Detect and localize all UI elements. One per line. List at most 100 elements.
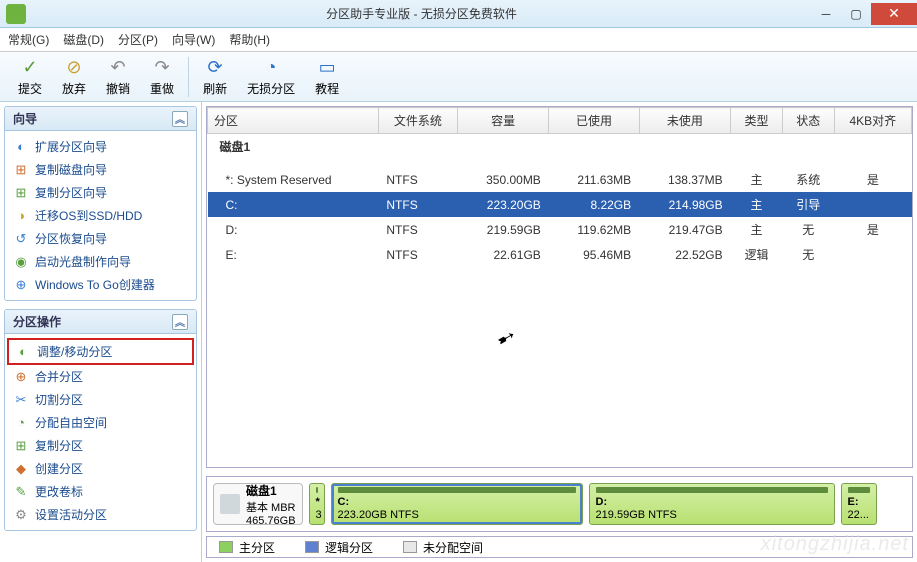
toolbar-icon: ↷ (151, 56, 173, 78)
toolbar-撤销[interactable]: ↶撤销 (96, 54, 140, 99)
ops-panel-header[interactable]: 分区操作 ︽ (5, 310, 196, 334)
item-icon: ◐ (15, 344, 31, 360)
diskmap-part-D:[interactable]: D:219.59GB NTFS (589, 483, 835, 525)
toolbar-无损分区[interactable]: ◔无损分区 (237, 54, 305, 99)
ops-panel-title: 分区操作 (13, 313, 61, 330)
table-row[interactable]: *: System ReservedNTFS350.00MB211.63MB13… (208, 167, 912, 192)
menu-disk[interactable]: 磁盘(D) (63, 31, 104, 48)
column-header[interactable]: 未使用 (639, 108, 730, 134)
item-label: 创建分区 (35, 460, 83, 477)
item-label: 复制分区 (35, 437, 83, 454)
toolbar-label: 教程 (315, 80, 339, 97)
item-icon: ⊕ (13, 277, 29, 293)
toolbar-icon: ▭ (316, 56, 338, 78)
sidebar-item-复制磁盘向导[interactable]: ⊞ 复制磁盘向导 (7, 158, 194, 181)
item-label: 扩展分区向导 (35, 138, 107, 155)
sidebar-item-分配自由空间[interactable]: ◔ 分配自由空间 (7, 411, 194, 434)
column-header[interactable]: 类型 (731, 108, 783, 134)
toolbar: ✓ 提交 ⊘放弃↶撤销↷重做 ⟳ 刷新 ◔无损分区 ▭ 教程 (0, 52, 917, 102)
item-icon: ◉ (13, 254, 29, 270)
legend-swatch (219, 541, 233, 553)
toolbar-icon: ⟳ (204, 56, 226, 78)
column-header[interactable]: 状态 (782, 108, 834, 134)
toolbar-重做[interactable]: ↷重做 (140, 54, 184, 99)
item-icon: ↺ (13, 231, 29, 247)
sidebar-item-复制分区[interactable]: ⊞复制分区 (7, 434, 194, 457)
sidebar-item-复制分区向导[interactable]: ⊞复制分区向导 (7, 181, 194, 204)
sidebar-item-分区恢复向导[interactable]: ↺分区恢复向导 (7, 227, 194, 250)
diskmap-part-*[interactable]: *3 (309, 483, 325, 525)
wizard-panel-title: 向导 (13, 110, 37, 127)
minimize-button[interactable]: ─ (811, 3, 841, 25)
diskmap-part-C:[interactable]: C:223.20GB NTFS (331, 483, 583, 525)
toolbar-放弃[interactable]: ⊘放弃 (52, 54, 96, 99)
close-button[interactable]: ✕ (871, 3, 917, 25)
collapse-icon[interactable]: ︽ (172, 314, 188, 330)
sidebar-item-迁移OS到SSD/HDD[interactable]: ◑迁移OS到SSD/HDD (7, 204, 194, 227)
pointer-arrow-icon: ➸ (492, 322, 521, 354)
item-label: 分配自由空间 (35, 414, 107, 431)
sidebar-item-Windows To Go创建器[interactable]: ⊕Windows To Go创建器 (7, 273, 194, 296)
item-label: 切割分区 (35, 391, 83, 408)
toolbar-label: 刷新 (203, 80, 227, 97)
toolbar-icon: ✓ (19, 56, 41, 78)
collapse-icon[interactable]: ︽ (172, 111, 188, 127)
menu-help[interactable]: 帮助(H) (229, 31, 270, 48)
column-header[interactable]: 4KB对齐 (834, 108, 911, 134)
table-row[interactable]: E:NTFS22.61GB95.46MB22.52GB逻辑无 (208, 242, 912, 267)
sidebar-item-创建分区[interactable]: ◆创建分区 (7, 457, 194, 480)
item-label: 启动光盘制作向导 (35, 253, 131, 270)
column-header[interactable]: 文件系统 (378, 108, 457, 134)
item-icon: ⊕ (13, 369, 29, 385)
sidebar-item-调整/移动分区[interactable]: ◐ 调整/移动分区 (7, 338, 194, 365)
titlebar: 分区助手专业版 - 无损分区免费软件 ─ ▢ ✕ (0, 0, 917, 28)
item-label: 迁移OS到SSD/HDD (35, 207, 142, 224)
sidebar-item-合并分区[interactable]: ⊕ 合并分区 (7, 365, 194, 388)
window-title: 分区助手专业版 - 无损分区免费软件 (32, 5, 811, 22)
wizard-panel-header[interactable]: 向导 ︽ (5, 107, 196, 131)
column-header[interactable]: 已使用 (549, 108, 639, 134)
item-icon: ✎ (13, 484, 29, 500)
item-label: 合并分区 (35, 368, 83, 385)
sidebar-item-设置活动分区[interactable]: ⚙ 设置活动分区 (7, 503, 194, 526)
item-label: 调整/移动分区 (37, 343, 112, 360)
legend-item: 主分区 (219, 539, 275, 556)
diskmap-part-E:[interactable]: E:22... (841, 483, 877, 525)
table-row[interactable]: C:NTFS223.20GB8.22GB214.98GB主引导 (208, 192, 912, 217)
toolbar-label: 放弃 (62, 80, 86, 97)
diskmap-disk-label[interactable]: 磁盘1基本 MBR465.76GB (213, 483, 303, 525)
wizard-panel: 向导 ︽ ◐扩展分区向导⊞复制磁盘向导⊞复制分区向导◑迁移OS到SSD/HDD↺… (4, 106, 197, 301)
item-label: 设置活动分区 (35, 506, 107, 523)
item-icon: ◔ (13, 415, 29, 431)
sidebar-item-更改卷标[interactable]: ✎ 更改卷标 (7, 480, 194, 503)
menu-partition[interactable]: 分区(P) (118, 31, 158, 48)
sidebar-item-切割分区[interactable]: ✂切割分区 (7, 388, 194, 411)
item-icon: ⚙ (13, 507, 29, 523)
menubar: 常规(G) 磁盘(D) 分区(P) 向导(W) 帮助(H) (0, 28, 917, 52)
toolbar-刷新[interactable]: ⟳ 刷新 (193, 54, 237, 99)
toolbar-label: 撤销 (106, 80, 130, 97)
legend: 主分区逻辑分区未分配空间 (206, 536, 913, 558)
column-header[interactable]: 容量 (457, 108, 548, 134)
legend-item: 未分配空间 (403, 539, 483, 556)
item-label: 更改卷标 (35, 483, 83, 500)
menu-general[interactable]: 常规(G) (8, 31, 49, 48)
content: 分区文件系统容量已使用未使用类型状态4KB对齐 磁盘1 *: System Res… (202, 102, 917, 562)
item-label: 复制磁盘向导 (35, 161, 107, 178)
column-header[interactable]: 分区 (208, 108, 379, 134)
legend-swatch (305, 541, 319, 553)
maximize-button[interactable]: ▢ (841, 3, 871, 25)
ops-panel: 分区操作 ︽ ◐ 调整/移动分区 ⊕ 合并分区 ✂切割分区 ◔ 分配自由空间 ⊞复制分区◆创建… (4, 309, 197, 531)
table-row[interactable]: D:NTFS219.59GB119.62MB219.47GB主无是 (208, 217, 912, 242)
toolbar-教程[interactable]: ▭ 教程 (305, 54, 349, 99)
sidebar-item-启动光盘制作向导[interactable]: ◉ 启动光盘制作向导 (7, 250, 194, 273)
app-icon (6, 4, 26, 24)
item-icon: ⊞ (13, 162, 29, 178)
item-icon: ◐ (13, 139, 29, 155)
sidebar-item-扩展分区向导[interactable]: ◐ 扩展分区向导 (7, 135, 194, 158)
menu-wizard[interactable]: 向导(W) (172, 31, 215, 48)
toolbar-label: 提交 (18, 80, 42, 97)
sidebar: 向导 ︽ ◐扩展分区向导⊞复制磁盘向导⊞复制分区向导◑迁移OS到SSD/HDD↺… (0, 102, 202, 562)
toolbar-提交[interactable]: ✓ 提交 (8, 54, 52, 99)
disk-row[interactable]: 磁盘1 (208, 134, 912, 160)
